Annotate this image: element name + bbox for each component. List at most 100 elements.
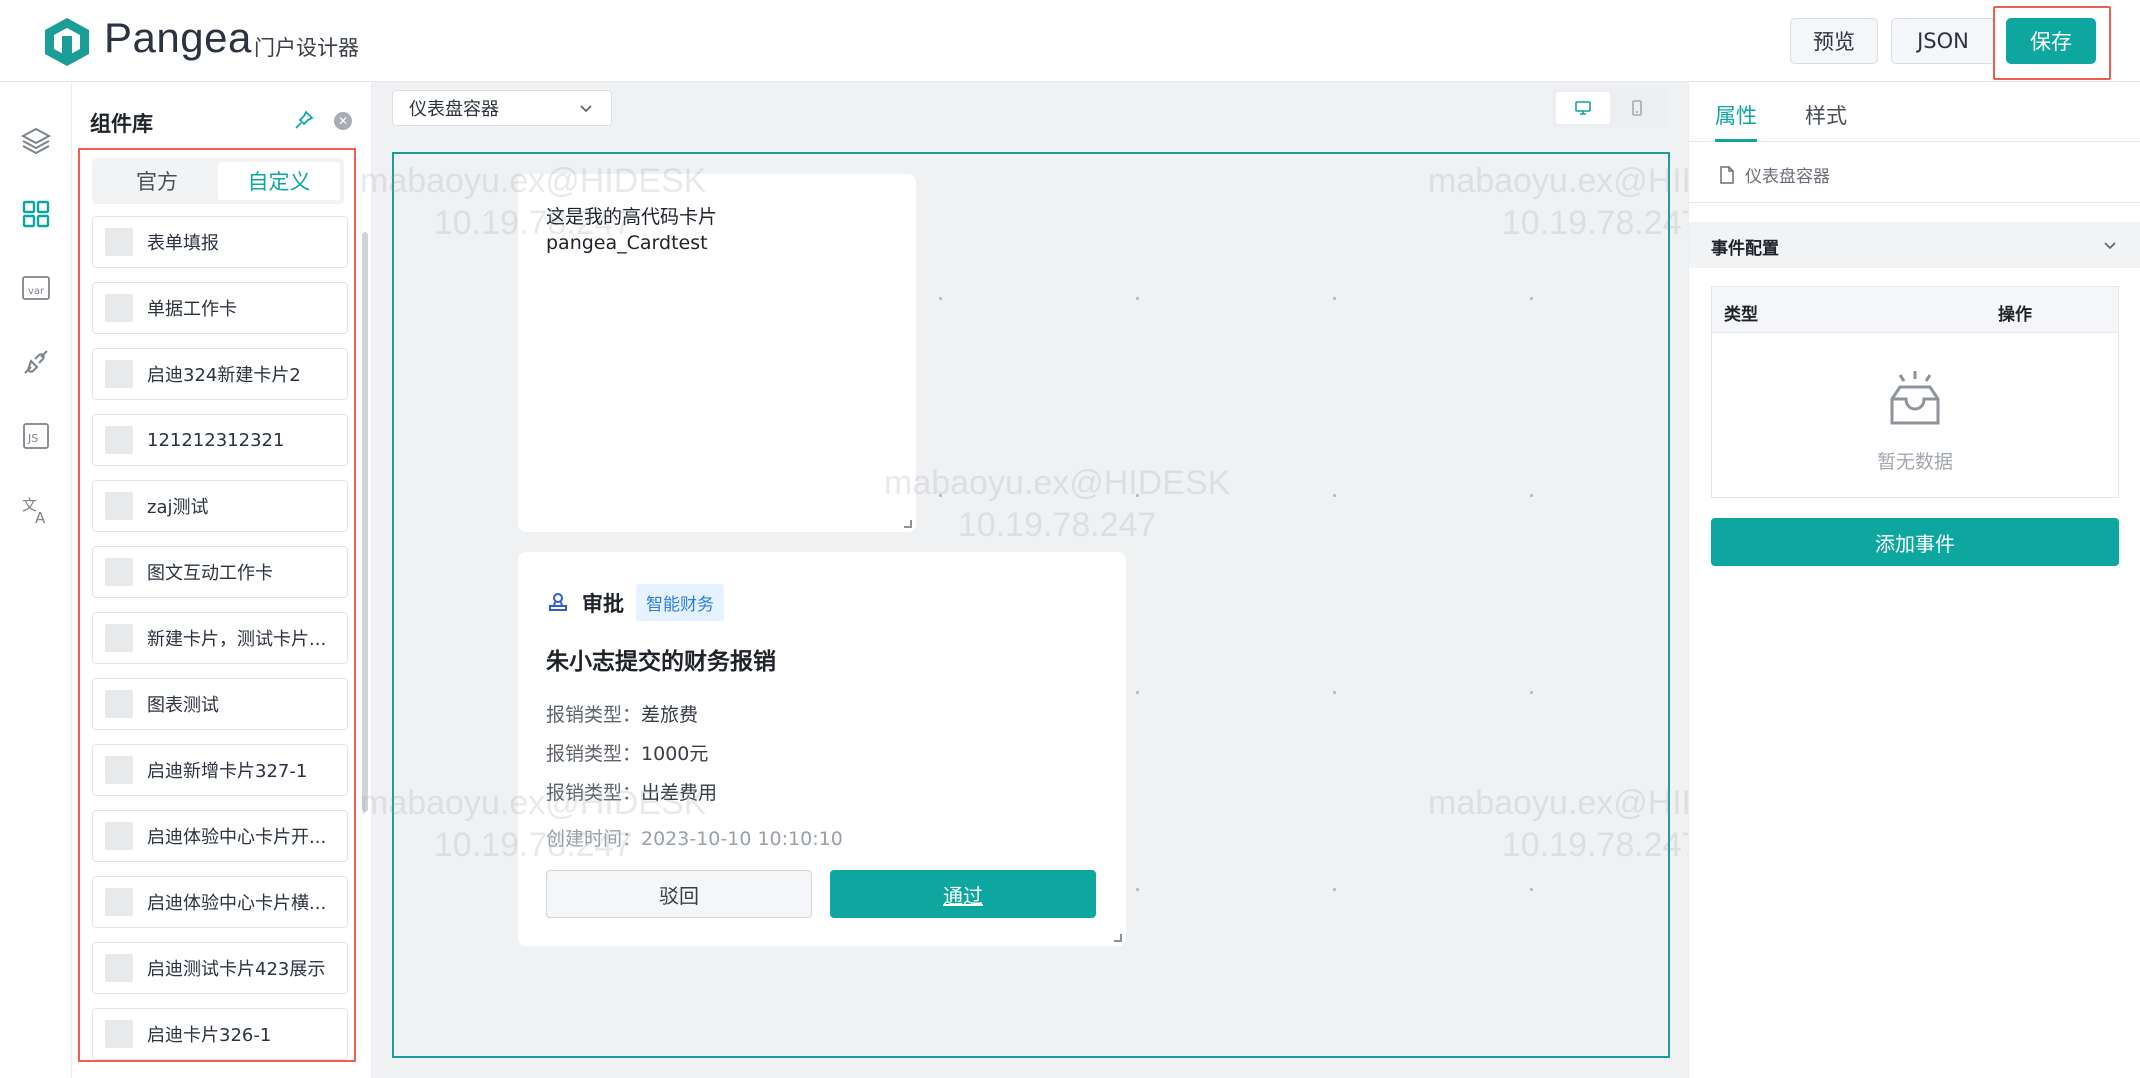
component-label: 单据工作卡 (147, 299, 237, 320)
list-item[interactable]: 表单填报 (92, 216, 348, 268)
file-icon (1720, 165, 1734, 184)
component-library-panel: 组件库 ✕ 官方 自定义 表单填报 单据工作卡 启迪324新建卡片2 12121… (72, 82, 372, 1078)
library-title: 组件库 (90, 112, 153, 136)
svg-text:var: var (28, 286, 45, 297)
code-card-line-2: pangea_Cardtest (546, 232, 708, 254)
list-item[interactable]: 启迪测试卡片423展示 (92, 942, 348, 994)
component-list: 表单填报 单据工作卡 启迪324新建卡片2 121212312321 zaj测试… (92, 216, 348, 1074)
approval-type: 审批 (582, 591, 624, 616)
list-item[interactable]: 新建卡片，测试卡片... (92, 612, 348, 664)
add-event-button[interactable]: 添加事件 (1711, 518, 2119, 566)
active-tab-underline (1715, 139, 1757, 142)
approval-title: 朱小志提交的财务报销 (546, 649, 776, 675)
selected-component-name: 仪表盘容器 (1745, 167, 1830, 187)
svg-text:A: A (35, 509, 46, 526)
component-label: 表单填报 (147, 233, 219, 254)
tab-styles[interactable]: 样式 (1805, 100, 1847, 130)
component-label: 121212312321 (147, 429, 285, 451)
mobile-icon (1632, 100, 1642, 116)
list-item[interactable]: 图文互动工作卡 (92, 546, 348, 598)
event-config-title: 事件配置 (1711, 239, 1779, 259)
component-thumbnail (105, 426, 133, 454)
variable-icon[interactable]: var (18, 270, 54, 306)
pin-icon[interactable] (294, 110, 314, 130)
component-thumbnail (105, 228, 133, 256)
top-header: Pangea 门户设计器 预览 JSON 保存 (0, 0, 2140, 82)
created-time: 创建时间：2023-10-10 10:10:10 (546, 828, 843, 850)
json-button[interactable]: JSON (1891, 18, 1995, 64)
component-label: 图表测试 (147, 695, 219, 716)
js-icon[interactable]: JS (18, 418, 54, 454)
list-item[interactable]: 启迪卡片326-1 (92, 1008, 348, 1060)
tab-custom[interactable]: 自定义 (218, 162, 340, 200)
save-button[interactable]: 保存 (2006, 18, 2096, 64)
library-scrollbar[interactable] (362, 232, 368, 812)
desktop-view-button[interactable] (1556, 92, 1610, 124)
resize-handle[interactable] (904, 520, 912, 528)
component-thumbnail (105, 954, 133, 982)
component-label: 启迪测试卡片423展示 (147, 959, 326, 980)
approval-card[interactable]: 审批 智能财务 朱小志提交的财务报销 报销类型：差旅费 报销类型：1000元 报… (518, 552, 1126, 946)
list-item[interactable]: 启迪体验中心卡片横... (92, 876, 348, 928)
component-thumbnail (105, 360, 133, 388)
component-label: 新建卡片，测试卡片... (147, 629, 327, 650)
detail-key: 报销类型： (546, 782, 642, 804)
event-config-section[interactable]: 事件配置 (1689, 222, 2140, 268)
layers-icon[interactable] (18, 122, 54, 158)
detail-row: 报销类型：出差费用 (546, 778, 717, 805)
detail-row: 报销类型：差旅费 (546, 700, 698, 727)
empty-state-text: 暂无数据 (1876, 451, 1953, 473)
brand-name: Pangea (104, 14, 252, 61)
detail-value: 1000元 (641, 743, 709, 765)
event-table: 类型 操作 暂无数据 (1711, 286, 2119, 498)
chevron-down-icon (2104, 242, 2116, 250)
component-thumbnail (105, 294, 133, 322)
event-table-header: 类型 操作 (1712, 287, 2118, 333)
tab-official[interactable]: 官方 (96, 162, 218, 200)
pangea-logo (45, 18, 89, 66)
resize-handle[interactable] (1114, 934, 1122, 942)
detail-value: 差旅费 (641, 704, 699, 726)
detail-key: 报销类型： (546, 704, 642, 726)
list-item[interactable]: 启迪新增卡片327-1 (92, 744, 348, 796)
list-item[interactable]: 单据工作卡 (92, 282, 348, 334)
approval-card-header: 审批 智能财务 (546, 584, 724, 621)
properties-panel: 属性 样式 仪表盘容器 事件配置 类型 操作 暂无数据 添加事件 (1688, 82, 2140, 1078)
selected-component: 仪表盘容器 (1719, 162, 1830, 187)
tab-properties[interactable]: 属性 (1715, 100, 1757, 130)
code-card[interactable]: 这是我的高代码卡片 pangea_Cardtest (518, 174, 916, 532)
plug-icon[interactable] (18, 344, 54, 380)
component-label: 启迪新增卡片327-1 (147, 761, 308, 782)
list-item[interactable]: 121212312321 (92, 414, 348, 466)
desktop-icon (1575, 101, 1591, 115)
component-label: 启迪体验中心卡片开... (147, 827, 327, 848)
code-card-text: 这是我的高代码卡片 pangea_Cardtest (546, 204, 717, 256)
list-item[interactable]: zaj测试 (92, 480, 348, 532)
grid-icon[interactable] (18, 196, 54, 232)
mobile-view-button[interactable] (1610, 92, 1664, 124)
chevron-down-icon (580, 105, 592, 113)
preview-button[interactable]: 预览 (1790, 18, 1878, 64)
stamp-icon (549, 592, 567, 611)
approve-button[interactable]: 通过 (830, 870, 1096, 918)
component-thumbnail (105, 822, 133, 850)
list-item[interactable]: 启迪324新建卡片2 (92, 348, 348, 400)
left-icon-rail: var JS 文 A (0, 82, 72, 1078)
container-select[interactable]: 仪表盘容器 (392, 90, 612, 126)
svg-text:JS: JS (27, 432, 38, 445)
container-select-value: 仪表盘容器 (409, 99, 499, 120)
library-segmented-tabs: 官方 自定义 (92, 158, 344, 204)
component-thumbnail (105, 492, 133, 520)
translate-icon[interactable]: 文 A (18, 492, 54, 528)
component-thumbnail (105, 888, 133, 916)
code-card-line-1: 这是我的高代码卡片 (546, 206, 718, 228)
component-thumbnail (105, 1020, 133, 1048)
device-toggle (1552, 88, 1668, 128)
list-item[interactable]: 启迪体验中心卡片开... (92, 810, 348, 862)
detail-value: 出差费用 (641, 782, 718, 804)
divider (1689, 202, 2140, 203)
list-item[interactable]: 图表测试 (92, 678, 348, 730)
column-type: 类型 (1724, 305, 1758, 325)
close-icon[interactable]: ✕ (334, 112, 352, 130)
reject-button[interactable]: 驳回 (546, 870, 812, 918)
